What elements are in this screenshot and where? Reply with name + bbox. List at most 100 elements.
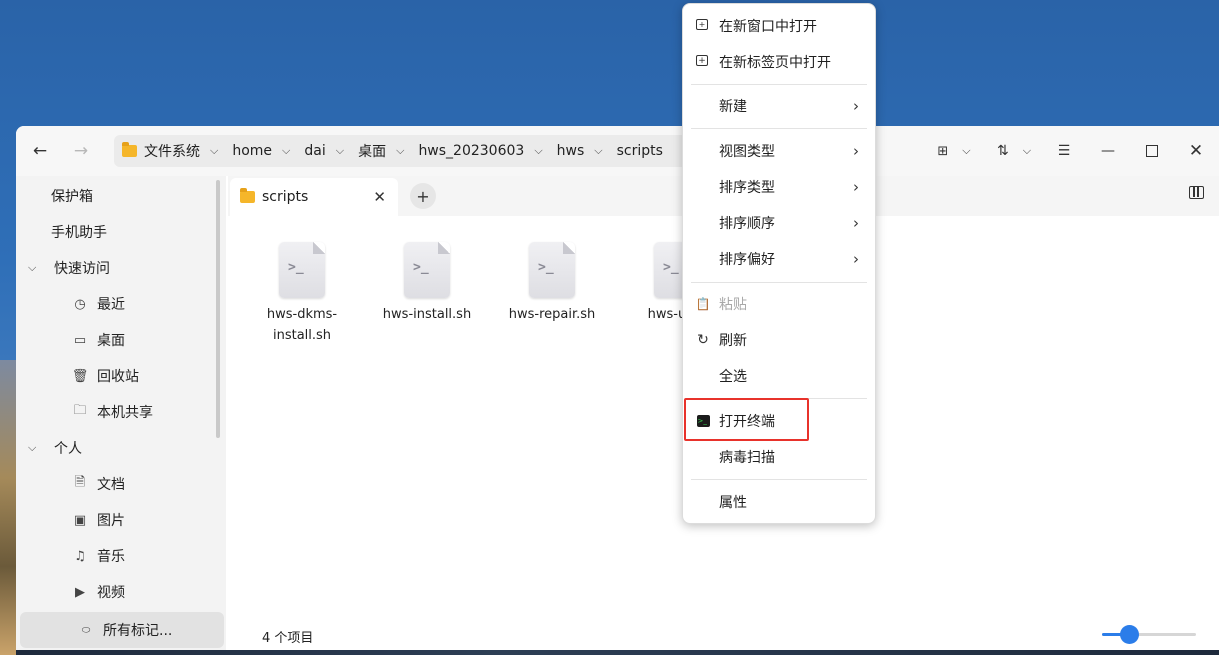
sidebar-group-personal[interactable]: ⌵ 个人 xyxy=(16,432,226,464)
menu-item-label: 视图类型 xyxy=(719,144,775,160)
menu-item-new[interactable]: 新建 › xyxy=(683,88,875,124)
sidebar-item-documents[interactable]: 🗎 文档 xyxy=(16,468,226,500)
document-icon: 🗎 xyxy=(74,475,86,490)
chevron-down-icon[interactable]: ⌵ xyxy=(28,261,42,275)
breadcrumb-label: 桌面 xyxy=(358,144,387,160)
chevron-down-icon[interactable]: ⌵ xyxy=(282,144,290,158)
menu-button[interactable]: ☰ xyxy=(1054,139,1074,163)
sidebar-item-label: 图片 xyxy=(97,513,125,529)
chevron-down-icon[interactable]: ⌵ xyxy=(534,144,542,158)
sidebar-item-label: 保护箱 xyxy=(51,189,93,205)
breadcrumb-item-hws[interactable]: hws ⌵ xyxy=(557,143,603,159)
menu-item-label: 粘贴 xyxy=(719,297,747,313)
close-tab-icon[interactable]: ✕ xyxy=(373,188,386,206)
shell-script-icon: >_ xyxy=(404,242,450,298)
sidebar-item-label: 本机共享 xyxy=(97,405,153,421)
chevron-down-icon[interactable]: ⌵ xyxy=(336,144,344,158)
chevron-down-icon: ⌵ xyxy=(962,144,971,157)
breadcrumb-item-hws-dated[interactable]: hws_20230603 ⌵ xyxy=(418,143,542,159)
sidebar-group-label: 快速访问 xyxy=(54,261,110,277)
file-name-line2: install.sh xyxy=(272,328,332,343)
detail-panel-button[interactable] xyxy=(1189,186,1209,206)
menu-item-paste[interactable]: 📋 粘贴 xyxy=(683,286,875,322)
tab-label: scripts xyxy=(262,189,309,205)
grid-icon: ⊞ xyxy=(937,143,949,159)
sidebar-scrollbar[interactable] xyxy=(216,180,220,438)
sort-button[interactable]: ⇅ ⌵ xyxy=(994,139,1034,163)
breadcrumb-label: hws_20230603 xyxy=(418,143,525,159)
folder-icon xyxy=(122,142,137,157)
arrow-left-icon: ← xyxy=(32,141,48,161)
file-item[interactable]: >_ hws-repair.sh xyxy=(502,242,602,325)
file-name-line1: hws-dkms- xyxy=(266,307,338,322)
sidebar-item-label: 文档 xyxy=(97,477,125,493)
menu-item-sort-order[interactable]: 排序顺序 › xyxy=(683,205,875,241)
menu-item-label: 排序偏好 xyxy=(719,252,775,268)
menu-item-virus-scan[interactable]: 病毒扫描 xyxy=(683,439,875,475)
chevron-down-icon[interactable]: ⌵ xyxy=(210,144,218,158)
wallpaper-left-edge xyxy=(0,360,16,655)
chevron-right-icon: › xyxy=(853,178,859,196)
chevron-down-icon[interactable]: ⌵ xyxy=(594,144,602,158)
sidebar-item-videos[interactable]: ▶ 视频 xyxy=(16,576,226,608)
sidebar-item-all-tags[interactable]: ⬭ 所有标记... xyxy=(20,612,224,648)
tag-icon: ⬭ xyxy=(81,624,91,636)
sidebar-item-music[interactable]: ♫ 音乐 xyxy=(16,540,226,572)
status-item-count: 4 个项目 xyxy=(262,631,314,646)
sidebar-item-desktop[interactable]: ▭ 桌面 xyxy=(16,324,226,356)
sidebar-item-trash[interactable]: 🗑 回收站 xyxy=(16,360,226,392)
chevron-down-icon[interactable]: ⌵ xyxy=(28,441,42,455)
zoom-slider-handle[interactable] xyxy=(1120,625,1139,644)
menu-item-sort-preference[interactable]: 排序偏好 › xyxy=(683,241,875,277)
breadcrumb-item-root[interactable]: 文件系统 ⌵ xyxy=(122,141,218,161)
menu-item-view-type[interactable]: 视图类型 › xyxy=(683,133,875,169)
sidebar-group-quick-access[interactable]: ⌵ 快速访问 xyxy=(16,252,226,284)
close-button[interactable]: ✕ xyxy=(1186,139,1206,163)
menu-item-open-new-tab[interactable]: + 在新标签页中打开 xyxy=(683,44,875,80)
sidebar-item-pictures[interactable]: ▣ 图片 xyxy=(16,504,226,536)
add-tab-button[interactable]: + xyxy=(410,183,436,209)
forward-button[interactable]: → xyxy=(69,139,93,163)
menu-item-properties[interactable]: 属性 xyxy=(683,484,875,520)
menu-separator xyxy=(691,282,867,283)
sidebar-item-recent[interactable]: ◷ 最近 xyxy=(16,288,226,320)
trash-icon: 🗑 xyxy=(71,368,89,384)
view-mode-button[interactable]: ⊞ ⌵ xyxy=(934,139,974,163)
tab-scripts[interactable]: scripts ✕ xyxy=(230,178,398,216)
sidebar: 保护箱 手机助手 ⌵ 快速访问 ◷ 最近 ▭ 桌面 🗑 回收站 🗀 本机共享 ⌵… xyxy=(16,176,226,650)
minimize-button[interactable]: — xyxy=(1098,139,1118,163)
breadcrumb-item-home[interactable]: home ⌵ xyxy=(232,143,290,159)
breadcrumb-item-desktop[interactable]: 桌面 ⌵ xyxy=(358,141,404,161)
menu-item-label: 新建 xyxy=(719,99,747,115)
sidebar-item-label: 最近 xyxy=(97,297,125,313)
breadcrumb-item-scripts[interactable]: scripts xyxy=(617,143,663,159)
menu-item-label: 病毒扫描 xyxy=(719,450,775,466)
sidebar-item-local-share[interactable]: 🗀 本机共享 xyxy=(16,396,226,428)
menu-item-refresh[interactable]: ↻ 刷新 xyxy=(683,322,875,358)
menu-item-open-new-window[interactable]: + 在新窗口中打开 xyxy=(683,8,875,44)
file-item[interactable]: >_ hws-dkms- install.sh xyxy=(252,242,352,346)
file-item[interactable]: >_ hws-install.sh xyxy=(377,242,477,325)
menu-item-select-all[interactable]: 全选 xyxy=(683,358,875,394)
folder-share-icon: 🗀 xyxy=(73,403,87,418)
music-icon: ♫ xyxy=(74,548,86,564)
refresh-icon: ↻ xyxy=(697,332,709,348)
minimize-icon: — xyxy=(1101,143,1115,159)
wallpaper-bottom-edge xyxy=(16,650,1219,655)
menu-item-sort-type[interactable]: 排序类型 › xyxy=(683,169,875,205)
maximize-button[interactable] xyxy=(1142,139,1162,163)
chevron-down-icon[interactable]: ⌵ xyxy=(396,144,404,158)
video-icon: ▶ xyxy=(75,584,85,600)
breadcrumb-item-user[interactable]: dai ⌵ xyxy=(304,143,344,159)
back-button[interactable]: ← xyxy=(28,139,52,163)
folder-icon xyxy=(240,188,255,203)
menu-item-label: 在新标签页中打开 xyxy=(719,55,831,71)
chevron-right-icon: › xyxy=(853,97,859,115)
close-icon: ✕ xyxy=(1188,141,1204,161)
sidebar-item-phone[interactable]: 手机助手 xyxy=(16,216,226,248)
breadcrumb-label: scripts xyxy=(616,143,663,159)
breadcrumb-label: 文件系统 xyxy=(144,144,200,160)
sidebar-item-vault[interactable]: 保护箱 xyxy=(16,180,226,212)
sidebar-item-label: 桌面 xyxy=(97,333,125,349)
image-icon: ▣ xyxy=(73,512,87,528)
